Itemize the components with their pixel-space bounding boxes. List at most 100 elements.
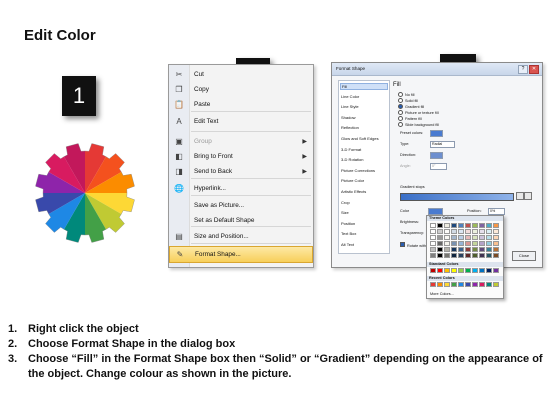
color-swatch[interactable] (437, 268, 443, 273)
dialog-nav-item[interactable]: Picture Color (341, 178, 364, 183)
color-dropdown[interactable] (428, 208, 443, 215)
color-swatch[interactable] (465, 241, 471, 246)
color-swatch[interactable] (458, 247, 464, 252)
fill-option-radio[interactable]: Pattern fill (398, 116, 422, 121)
dialog-nav-item[interactable]: Fill (340, 83, 388, 90)
color-swatch[interactable] (444, 282, 450, 287)
color-swatch[interactable] (437, 223, 443, 228)
color-swatch[interactable] (465, 247, 471, 252)
fill-option-radio[interactable]: Solid fill (398, 98, 418, 103)
dialog-nav-item[interactable]: Size (341, 210, 349, 215)
color-swatch[interactable] (430, 253, 436, 258)
color-swatch[interactable] (437, 229, 443, 234)
color-swatch[interactable] (458, 235, 464, 240)
dialog-nav-item[interactable]: Alt Text (341, 242, 354, 247)
color-swatch[interactable] (451, 282, 457, 287)
type-dropdown[interactable]: Radial (430, 141, 455, 148)
dialog-nav-item[interactable]: Position (341, 221, 355, 226)
color-swatch[interactable] (465, 268, 471, 273)
color-swatch[interactable] (479, 235, 485, 240)
color-swatch[interactable] (486, 235, 492, 240)
color-swatch[interactable] (430, 235, 436, 240)
color-swatch[interactable] (458, 268, 464, 273)
add-stop-button[interactable] (516, 192, 524, 200)
gear-graphic[interactable] (30, 138, 140, 248)
color-swatch[interactable] (479, 247, 485, 252)
color-swatch[interactable] (444, 241, 450, 246)
menu-item-send-to-back[interactable]: ◨ Send to Back ▶ (169, 164, 313, 179)
color-swatch[interactable] (472, 241, 478, 246)
color-swatch[interactable] (430, 229, 436, 234)
color-swatch[interactable] (479, 253, 485, 258)
color-swatch[interactable] (472, 268, 478, 273)
color-swatch[interactable] (486, 253, 492, 258)
color-swatch[interactable] (472, 247, 478, 252)
color-swatch[interactable] (486, 223, 492, 228)
color-swatch[interactable] (451, 268, 457, 273)
color-swatch[interactable] (479, 282, 485, 287)
color-swatch[interactable] (486, 247, 492, 252)
close-icon[interactable]: ✕ (529, 65, 539, 74)
close-button[interactable]: Close (512, 251, 536, 261)
fill-option-radio[interactable]: No fill (398, 92, 415, 97)
color-swatch[interactable] (493, 241, 499, 246)
color-swatch[interactable] (430, 223, 436, 228)
color-swatch[interactable] (451, 223, 457, 228)
color-swatch[interactable] (479, 223, 485, 228)
angle-input[interactable]: 0° (430, 163, 447, 170)
dialog-nav-item[interactable]: Line Style (341, 104, 359, 109)
color-swatch[interactable] (458, 282, 464, 287)
color-swatch[interactable] (493, 253, 499, 258)
menu-item-set-as-default-shape[interactable]: Set as Default Shape (169, 213, 313, 228)
color-swatch[interactable] (444, 235, 450, 240)
gear-object[interactable] (30, 138, 140, 248)
color-swatch[interactable] (430, 247, 436, 252)
menu-item-edit-text[interactable]: A Edit Text (169, 114, 313, 129)
menu-item-format-shape[interactable]: ✎ Format Shape... (169, 246, 313, 263)
color-swatch[interactable] (430, 241, 436, 246)
direction-dropdown[interactable] (430, 152, 443, 159)
color-swatch[interactable] (430, 268, 436, 273)
dialog-nav-item[interactable]: Picture Corrections (341, 168, 375, 173)
color-swatch[interactable] (437, 282, 443, 287)
remove-stop-button[interactable] (524, 192, 532, 200)
gradient-stops-bar[interactable] (400, 193, 514, 201)
more-colors-link[interactable]: More Colors... (430, 292, 454, 296)
color-swatch[interactable] (451, 235, 457, 240)
menu-item-bring-to-front[interactable]: ◧ Bring to Front ▶ (169, 149, 313, 164)
dialog-nav-item[interactable]: Artistic Effects (341, 189, 366, 194)
dialog-nav-item[interactable]: Reflection (341, 125, 359, 130)
color-swatch[interactable] (486, 229, 492, 234)
color-swatch[interactable] (479, 268, 485, 273)
color-swatch[interactable] (493, 229, 499, 234)
color-swatch[interactable] (465, 235, 471, 240)
menu-item-paste[interactable]: 📋 Paste (169, 97, 313, 112)
color-swatch[interactable] (465, 282, 471, 287)
dialog-nav-item[interactable]: Line Color (341, 94, 359, 99)
color-swatch[interactable] (444, 253, 450, 258)
menu-item-hyperlink[interactable]: 🌐 Hyperlink... (169, 181, 313, 196)
help-button[interactable]: ? (518, 65, 528, 74)
color-swatch[interactable] (437, 253, 443, 258)
color-swatch[interactable] (444, 268, 450, 273)
color-swatch[interactable] (465, 229, 471, 234)
menu-item-size-and-position[interactable]: ▤ Size and Position... (169, 229, 313, 244)
preset-colors-dropdown[interactable] (430, 130, 443, 137)
color-swatch[interactable] (444, 247, 450, 252)
dialog-nav-item[interactable]: 3-D Rotation (341, 157, 363, 162)
color-swatch[interactable] (465, 253, 471, 258)
color-swatch[interactable] (479, 241, 485, 246)
color-swatch[interactable] (472, 253, 478, 258)
color-swatch[interactable] (451, 247, 457, 252)
dialog-nav-item[interactable]: Shadow (341, 115, 355, 120)
color-swatch[interactable] (458, 229, 464, 234)
color-swatch[interactable] (437, 247, 443, 252)
color-swatch[interactable] (472, 282, 478, 287)
color-swatch[interactable] (458, 223, 464, 228)
color-swatch[interactable] (437, 241, 443, 246)
color-swatch[interactable] (493, 223, 499, 228)
color-swatch[interactable] (486, 268, 492, 273)
dialog-nav-item[interactable]: Glow and Soft Edges (341, 136, 379, 141)
dialog-nav-item[interactable]: Crop (341, 200, 350, 205)
color-swatch[interactable] (444, 229, 450, 234)
